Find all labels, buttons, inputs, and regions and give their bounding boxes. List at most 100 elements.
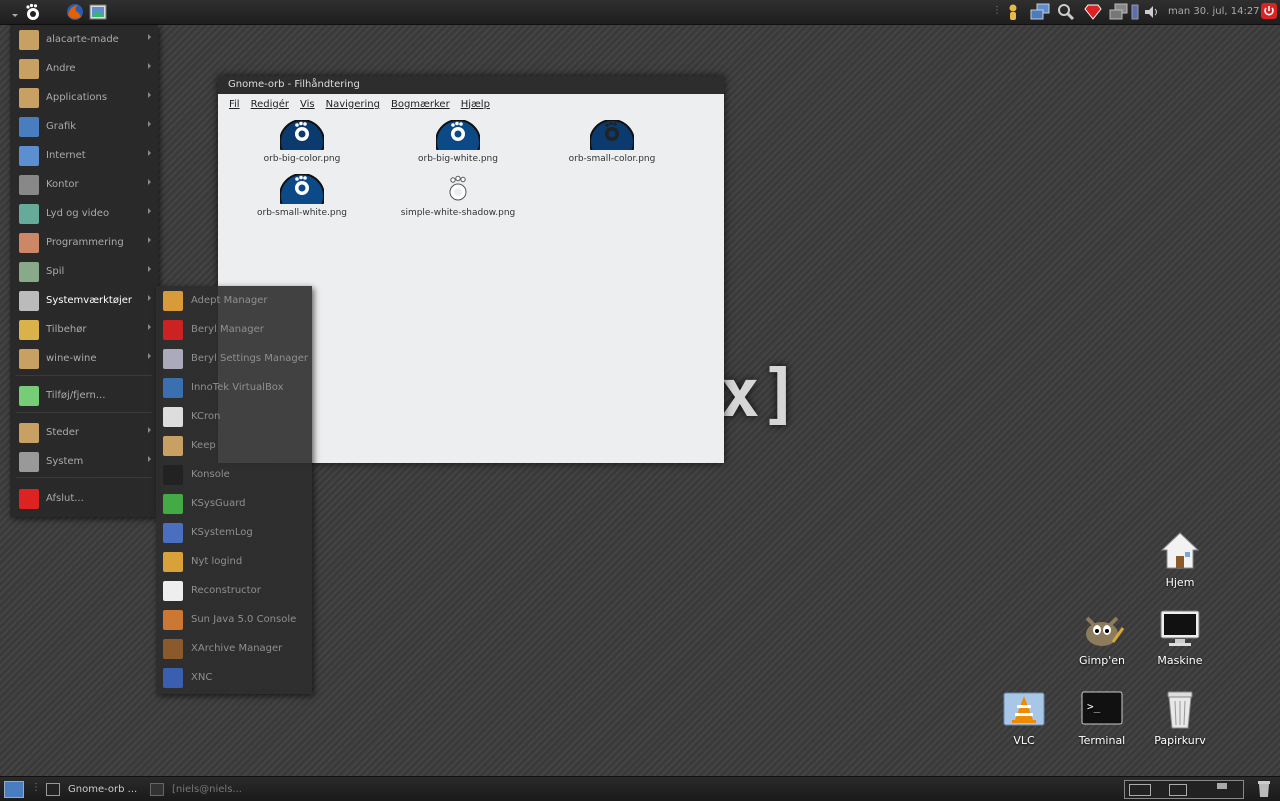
menu-item-tilføj-fjern[interactable]: Tilføj/fjern...	[10, 381, 158, 410]
menu-separator	[16, 412, 152, 413]
menu-item-alacarte-made[interactable]: alacarte-made	[10, 25, 158, 54]
menu-item-label: System	[46, 456, 84, 467]
menu-item-label: Grafik	[46, 121, 77, 132]
submenu-arrow-icon	[148, 456, 151, 462]
menu-item-tilbehør[interactable]: Tilbehør	[10, 315, 158, 344]
gnome-orb-icon	[280, 174, 324, 204]
box-icon	[163, 435, 183, 456]
network-status-icon[interactable]	[1109, 3, 1128, 21]
workspace-3[interactable]	[1217, 783, 1227, 789]
svg-text:>_: >_	[1087, 700, 1101, 713]
submenu-item-label: KSystemLog	[191, 527, 253, 538]
clock[interactable]: man 30. jul, 14:27	[1168, 6, 1260, 17]
desktop-icon-home[interactable]: Hjem	[1142, 530, 1218, 589]
menu-edit[interactable]: Redigér	[251, 99, 289, 110]
submenu-item-label: Nyt logind	[191, 556, 243, 567]
search-icon[interactable]	[1057, 3, 1075, 21]
submenu-arrow-icon	[148, 150, 151, 156]
menu-item-systemværktøjer[interactable]: Systemværktøjer	[10, 286, 158, 315]
menu-item-internet[interactable]: Internet	[10, 141, 158, 170]
menu-view[interactable]: Vis	[300, 99, 315, 110]
submenu-arrow-icon	[148, 121, 151, 127]
submenu-item-kcron[interactable]: KCron	[156, 402, 312, 431]
disc-icon	[163, 580, 183, 601]
gnome-foot-menu-icon[interactable]	[22, 3, 40, 21]
desktop-icon-vlc[interactable]: VLC	[986, 688, 1062, 747]
menu-item-andre[interactable]: Andre	[10, 54, 158, 83]
menu-item-steder[interactable]: Steder	[10, 418, 158, 447]
desktop-icon-computer[interactable]: Maskine	[1142, 608, 1218, 667]
workspace-2[interactable]	[1169, 784, 1187, 796]
power-icon[interactable]	[1261, 3, 1279, 21]
menu-navigation[interactable]: Navigering	[326, 99, 380, 110]
file-item[interactable]: simple-white-shadow.png	[383, 174, 533, 218]
workspace-switcher[interactable]	[1124, 780, 1244, 799]
submenu-item-beryl-settings-manager[interactable]: Beryl Settings Manager	[156, 344, 312, 373]
menu-item-system[interactable]: System	[10, 447, 158, 476]
menu-item-label: Lyd og video	[46, 208, 110, 219]
desktop-icon-terminal[interactable]: >_ Terminal	[1064, 688, 1140, 747]
firefox-icon[interactable]	[66, 3, 84, 21]
show-desktop-icon[interactable]	[4, 781, 24, 798]
file-item[interactable]: orb-big-white.png	[383, 120, 533, 164]
submenu-item-label: Beryl Manager	[191, 324, 264, 335]
submenu-item-beryl-manager[interactable]: Beryl Manager	[156, 315, 312, 344]
volume-icon[interactable]	[1143, 3, 1161, 21]
submenu-arrow-icon	[148, 63, 151, 69]
panel-separator: ⋮	[31, 782, 41, 793]
file-item[interactable]: orb-small-color.png	[537, 120, 687, 164]
desktop-icon-label: Gimp'en	[1078, 654, 1126, 667]
window-title-bar[interactable]: Gnome-orb - Filhåndtering	[218, 76, 724, 94]
file-name: orb-small-color.png	[568, 154, 656, 164]
submenu-item-label: InnoTek VirtualBox	[191, 382, 284, 393]
menu-bookmarks[interactable]: Bogmærker	[391, 99, 450, 110]
submenu-item-keep[interactable]: Keep	[156, 431, 312, 460]
menu-item-label: Kontor	[46, 179, 79, 190]
window-icon	[46, 782, 60, 796]
menu-item-lyd-og-video[interactable]: Lyd og video	[10, 199, 158, 228]
submenu-item-konsole[interactable]: Konsole	[156, 460, 312, 489]
menu-item-grafik[interactable]: Grafik	[10, 112, 158, 141]
desktop-icon-trash[interactable]: Papirkurv	[1142, 688, 1218, 747]
battery-icon[interactable]	[1131, 3, 1139, 21]
menu-item-spil[interactable]: Spil	[10, 257, 158, 286]
network-icon[interactable]	[1030, 3, 1050, 21]
taskbar-item-terminal[interactable]: [niels@niels...	[150, 780, 242, 798]
menu-help[interactable]: Hjælp	[461, 99, 490, 110]
trash-applet-icon[interactable]	[1257, 780, 1271, 801]
settings-icon	[163, 348, 183, 369]
submenu-item-label: XArchive Manager	[191, 643, 283, 654]
submenu-item-reconstructor[interactable]: Reconstructor	[156, 576, 312, 605]
submenu-item-ksystemlog[interactable]: KSystemLog	[156, 518, 312, 547]
submenu-item-xarchive-manager[interactable]: XArchive Manager	[156, 634, 312, 663]
ruby-icon	[163, 319, 183, 340]
vlc-icon	[1003, 692, 1045, 726]
office-icon	[19, 174, 39, 195]
menu-item-programmering[interactable]: Programmering	[10, 228, 158, 257]
submenu-item-nyt-logind[interactable]: Nyt logind	[156, 547, 312, 576]
user-icon[interactable]	[1004, 3, 1022, 21]
folder-icon	[19, 29, 39, 50]
submenu-item-sun-java-5-0-console[interactable]: Sun Java 5.0 Console	[156, 605, 312, 634]
power-icon	[19, 488, 39, 509]
submenu-item-innotek-virtualbox[interactable]: InnoTek VirtualBox	[156, 373, 312, 402]
menu-item-afslut[interactable]: Afslut...	[10, 484, 158, 513]
menu-file[interactable]: Fil	[229, 99, 240, 110]
java-icon	[163, 609, 183, 630]
folder-icon	[19, 87, 39, 108]
submenu-item-xnc[interactable]: XNC	[156, 663, 312, 692]
image-viewer-icon[interactable]	[89, 3, 107, 21]
submenu-item-ksysguard[interactable]: KSysGuard	[156, 489, 312, 518]
home-icon	[1160, 532, 1200, 569]
menu-item-kontor[interactable]: Kontor	[10, 170, 158, 199]
workspace-1[interactable]	[1129, 784, 1151, 796]
taskbar-item-file-manager[interactable]: Gnome-orb ...	[46, 780, 137, 798]
desktop-icon-gimp[interactable]: Gimp'en	[1064, 608, 1140, 667]
menu-item-label: wine-wine	[46, 353, 97, 364]
submenu-item-adept-manager[interactable]: Adept Manager	[156, 286, 312, 315]
menu-item-applications[interactable]: Applications	[10, 83, 158, 112]
file-item[interactable]: orb-big-color.png	[227, 120, 377, 164]
beryl-ruby-icon[interactable]	[1084, 3, 1102, 21]
menu-item-wine-wine[interactable]: wine-wine	[10, 344, 158, 373]
file-item[interactable]: orb-small-white.png	[227, 174, 377, 218]
